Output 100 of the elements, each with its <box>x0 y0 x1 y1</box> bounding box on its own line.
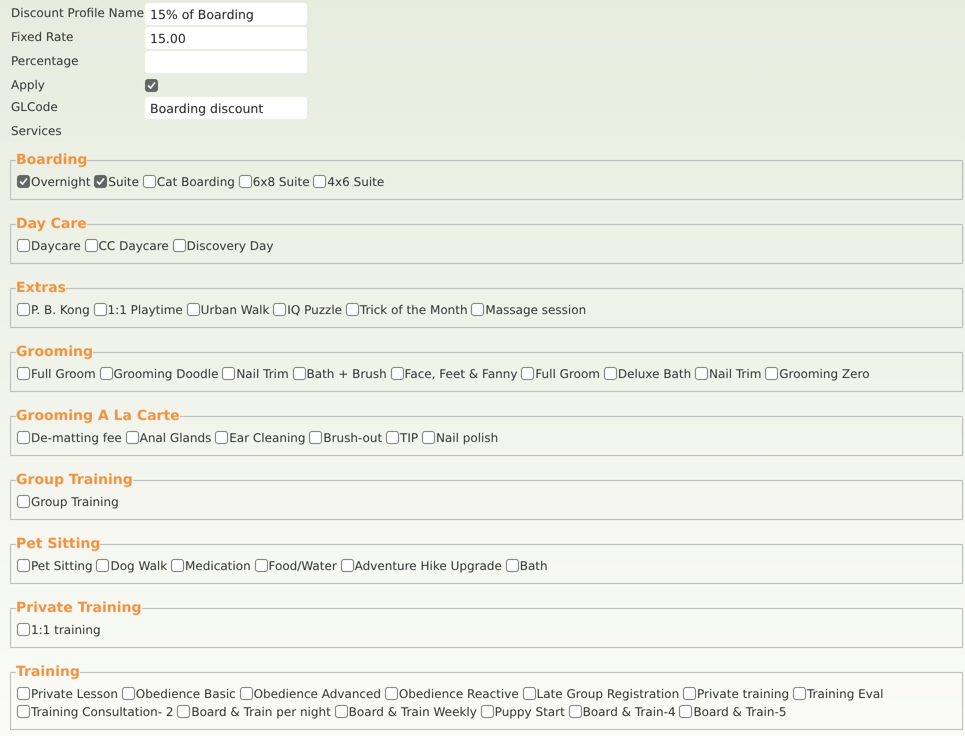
checkbox-label[interactable]: Overnight <box>31 175 91 189</box>
checkbox-label[interactable]: Food/Water <box>268 559 337 573</box>
checkbox[interactable] <box>94 175 108 188</box>
checkbox[interactable] <box>346 303 359 316</box>
checkbox-label[interactable]: Obedience Basic <box>136 687 236 701</box>
checkbox-label[interactable]: Cat Boarding <box>156 175 235 189</box>
checkbox-label[interactable]: CC Daycare <box>98 239 169 253</box>
checkbox[interactable] <box>100 367 113 380</box>
checkbox-label[interactable]: Urban Walk <box>200 303 270 317</box>
checkbox[interactable] <box>17 303 30 316</box>
checkbox[interactable] <box>521 367 534 380</box>
checkbox[interactable] <box>679 705 692 718</box>
checkbox-label[interactable]: Trick of the Month <box>360 303 468 317</box>
checkbox-label[interactable]: Puppy Start <box>494 705 565 719</box>
checkbox-label[interactable]: Grooming Zero <box>779 367 870 381</box>
checkbox[interactable] <box>94 303 107 316</box>
input-field[interactable]: Boarding discount <box>145 97 307 119</box>
checkbox[interactable] <box>695 367 708 380</box>
checkbox-label[interactable]: Group Training <box>31 495 119 509</box>
checkbox-label[interactable]: Nail Trim <box>236 367 289 381</box>
checkbox[interactable] <box>340 559 354 572</box>
checkbox-label[interactable]: Ear Cleaning <box>229 431 306 445</box>
checkbox[interactable] <box>17 367 30 380</box>
checkbox[interactable] <box>765 367 778 380</box>
input-field[interactable] <box>145 51 307 73</box>
checkbox-label[interactable]: Full Groom <box>535 367 600 381</box>
checkbox-label[interactable]: Late Group Registration <box>536 687 680 701</box>
checkbox-label[interactable]: Board & Train-4 <box>582 705 676 719</box>
checkbox[interactable] <box>506 559 519 572</box>
checkbox[interactable] <box>96 559 110 572</box>
checkbox[interactable] <box>254 559 268 572</box>
checkbox[interactable] <box>17 431 30 444</box>
checkbox-label[interactable]: Bath <box>520 559 548 573</box>
checkbox[interactable] <box>334 705 348 718</box>
input-field[interactable]: 15.00 <box>145 27 307 49</box>
checkbox-label[interactable]: Board & Train Weekly <box>348 705 477 719</box>
checkbox[interactable] <box>17 175 30 188</box>
checkbox[interactable] <box>292 367 306 380</box>
checkbox[interactable] <box>186 303 200 316</box>
checkbox-label[interactable]: 1:1 Playtime <box>108 303 183 317</box>
checkbox-label[interactable]: Board & Train-5 <box>693 705 786 719</box>
checkbox-label[interactable]: Nail Trim <box>709 367 762 381</box>
checkbox[interactable] <box>172 239 186 252</box>
checkbox[interactable] <box>215 431 228 444</box>
checkbox[interactable] <box>17 705 30 718</box>
checkbox-label[interactable]: Private Lesson <box>31 687 118 701</box>
checkbox-label[interactable]: Adventure Hike Upgrade <box>354 559 502 573</box>
checkbox[interactable] <box>17 687 30 700</box>
checkbox-label[interactable]: Private training <box>697 687 790 701</box>
checkbox-label[interactable]: Face, Feet & Fanny <box>404 367 518 381</box>
checkbox[interactable] <box>422 431 435 444</box>
checkbox[interactable] <box>171 559 184 572</box>
checkbox[interactable] <box>177 705 190 718</box>
checkbox[interactable] <box>142 175 156 188</box>
checkbox[interactable] <box>313 175 326 188</box>
checkbox-label[interactable]: Bath + Brush <box>306 367 387 381</box>
input-field[interactable]: 15% of Boarding <box>145 3 307 25</box>
checkbox[interactable] <box>568 705 582 718</box>
checkbox-label[interactable]: Board & Train per night <box>191 705 331 719</box>
checkbox-label[interactable]: De-matting fee <box>31 431 122 445</box>
checkbox[interactable] <box>84 239 98 252</box>
checkbox[interactable] <box>604 367 617 380</box>
checkbox[interactable] <box>683 687 696 700</box>
checkbox[interactable] <box>17 623 30 636</box>
checkbox-label[interactable]: Dog Walk <box>110 559 168 573</box>
checkbox-label[interactable]: Daycare <box>31 239 81 253</box>
checkbox-label[interactable]: Nail polish <box>436 431 498 445</box>
checkbox[interactable] <box>522 687 536 700</box>
checkbox-label[interactable]: Training Eval <box>806 687 884 701</box>
checkbox-label[interactable]: Training Consultation- 2 <box>31 705 174 719</box>
checkbox-label[interactable]: Deluxe Bath <box>618 367 692 381</box>
checkbox[interactable] <box>222 367 236 380</box>
checkbox[interactable] <box>238 175 252 188</box>
checkbox-label[interactable]: Obedience Advanced <box>254 687 382 701</box>
checkbox-label[interactable]: Anal Glands <box>140 431 212 445</box>
checkbox[interactable] <box>792 687 806 700</box>
checkbox[interactable] <box>17 239 30 252</box>
checkbox-label[interactable]: Brush-out <box>323 431 382 445</box>
checkbox[interactable] <box>145 78 158 92</box>
checkbox[interactable] <box>17 495 30 508</box>
checkbox-label[interactable]: Obedience Reactive <box>398 687 519 701</box>
checkbox-label[interactable]: Discovery Day <box>186 239 274 253</box>
checkbox-label[interactable]: 4x6 Suite <box>327 175 384 189</box>
checkbox-label[interactable]: IQ Puzzle <box>287 303 342 317</box>
checkbox[interactable] <box>384 687 398 700</box>
checkbox[interactable] <box>273 303 286 316</box>
checkbox-label[interactable]: Massage session <box>485 303 586 317</box>
checkbox[interactable] <box>126 431 139 444</box>
checkbox-label[interactable]: Grooming Doodle <box>114 367 218 381</box>
checkbox[interactable] <box>240 687 253 700</box>
checkbox-label[interactable]: TIP <box>400 431 418 445</box>
checkbox-label[interactable]: 1:1 training <box>31 623 101 637</box>
checkbox-label[interactable]: P. B. Kong <box>31 303 90 317</box>
checkbox-label[interactable]: Suite <box>108 175 140 189</box>
checkbox-label[interactable]: Full Groom <box>31 367 96 381</box>
checkbox[interactable] <box>471 303 484 316</box>
checkbox-label[interactable]: Pet Sitting <box>31 559 93 573</box>
checkbox-label[interactable]: 6x8 Suite <box>252 175 310 189</box>
checkbox[interactable] <box>480 705 494 718</box>
checkbox[interactable] <box>17 559 30 572</box>
